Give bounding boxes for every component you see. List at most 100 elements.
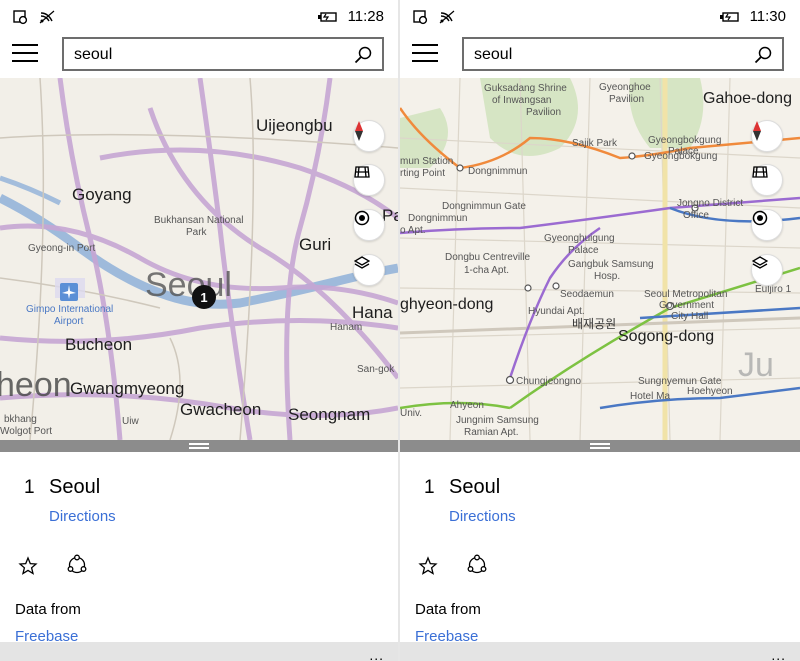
- map-label: Government: [659, 300, 715, 311]
- status-icons-right: 11:30: [719, 8, 786, 25]
- phone-screen-2: 11:30 seoul Guksadang Shrine of Inwangsa…: [400, 0, 800, 661]
- map-label: Dongnimmun Gate: [442, 201, 526, 212]
- 3d-view-button[interactable]: [353, 164, 385, 196]
- result-pin[interactable]: 1: [192, 285, 216, 309]
- map-label: Pavilion: [609, 94, 645, 105]
- search-box[interactable]: [462, 37, 784, 71]
- result-details: 1 Seoul Directions Data from Freebase: [400, 452, 800, 645]
- layers-icon: [354, 256, 370, 269]
- map-label: Hoehyeon: [687, 386, 733, 397]
- map-label: Gimpo International: [26, 304, 114, 315]
- location-target-icon: [354, 210, 370, 226]
- share-icon[interactable]: [466, 554, 488, 576]
- map-label: Gangbuk Samsung: [568, 259, 654, 270]
- map-label: Gahoe-dong: [703, 90, 792, 107]
- search-box[interactable]: [62, 37, 384, 71]
- map-label: 배재공원: [572, 317, 617, 331]
- app-bar: ...: [0, 642, 398, 661]
- map-layers-button[interactable]: [751, 254, 783, 286]
- map-label: Gyeongbokgung: [644, 151, 718, 162]
- map-label: Euljiro 1: [755, 284, 792, 295]
- result-number: 1: [424, 477, 435, 498]
- data-from-label: Data from: [415, 601, 481, 618]
- map-label-seoul: Seoul: [145, 266, 232, 304]
- map-label: Park: [186, 227, 207, 238]
- share-icon[interactable]: [66, 554, 88, 576]
- compass-button[interactable]: [353, 120, 385, 152]
- compass-icon: [753, 121, 761, 141]
- notification-icon: [13, 10, 28, 25]
- map-label: rting Point: [400, 168, 446, 179]
- map-view[interactable]: Guksadang Shrine of Inwangsan Pavilion G…: [400, 78, 800, 440]
- battery-icon: [317, 11, 337, 22]
- more-options-button[interactable]: ...: [369, 648, 384, 661]
- directions-link[interactable]: Directions: [49, 508, 116, 525]
- layers-icon: [752, 256, 768, 269]
- favorite-star-icon[interactable]: [418, 556, 438, 576]
- status-icons-right: 11:28: [317, 8, 384, 25]
- map-label: Gwacheon: [180, 400, 262, 419]
- map-label: Univ.: [400, 408, 423, 419]
- notification-icon: [413, 10, 428, 25]
- map-label: Guksadang Shrine: [484, 83, 567, 94]
- wifi-icon: [39, 10, 55, 24]
- compass-button[interactable]: [751, 120, 783, 152]
- 3d-view-button[interactable]: [751, 164, 783, 196]
- map-label: Seongnam: [288, 405, 371, 424]
- buildings-icon: [752, 166, 768, 178]
- search-header: [0, 34, 398, 78]
- favorite-star-icon[interactable]: [18, 556, 38, 576]
- search-icon[interactable]: [354, 46, 372, 64]
- map-label: bkhang: [4, 414, 37, 425]
- map-label: Guri: [299, 235, 332, 254]
- map-label: Hosp.: [594, 271, 621, 282]
- map-label: of Inwangsan: [492, 95, 552, 106]
- map-label: Goyang: [72, 185, 132, 204]
- map-view[interactable]: Uijeongbu Goyang Bukhansan National Park…: [0, 78, 398, 440]
- directions-link[interactable]: Directions: [449, 508, 516, 525]
- result-name: Seoul: [49, 476, 101, 498]
- search-icon[interactable]: [754, 46, 772, 64]
- phone-screen-1: 11:28 seoul Uijeongbu Goyang Bukhansan N…: [0, 0, 398, 661]
- map-label: mun Station: [400, 156, 454, 167]
- buildings-icon: [354, 166, 370, 178]
- hamburger-menu-icon[interactable]: [12, 44, 38, 64]
- map-label: Gwangmyeong: [70, 379, 185, 398]
- search-input[interactable]: [474, 44, 744, 66]
- map-label: Seoul Metropolitan: [644, 289, 728, 300]
- map-label: Bucheon: [65, 335, 133, 354]
- status-bar: 11:30: [400, 0, 800, 34]
- my-location-button[interactable]: [751, 209, 783, 241]
- map-layers-button[interactable]: [353, 254, 385, 286]
- map-label: City Hall: [671, 311, 709, 322]
- hamburger-menu-icon[interactable]: [412, 44, 438, 64]
- location-target-icon: [752, 210, 768, 226]
- map-label: San-gok: [357, 364, 395, 375]
- status-time: 11:30: [749, 8, 786, 25]
- status-time: 11:28: [347, 8, 384, 25]
- app-bar: ...: [400, 642, 800, 661]
- map-label: Ju: [738, 346, 774, 384]
- map-label: Dongnimmun: [408, 213, 468, 224]
- map-label: 1-cha Apt.: [464, 265, 510, 276]
- search-header: [400, 34, 800, 78]
- panel-drag-handle[interactable]: [0, 440, 398, 452]
- my-location-button[interactable]: [353, 209, 385, 241]
- map-label: Uijeongbu: [256, 116, 333, 135]
- map-label: Sajik Park: [572, 138, 618, 149]
- map-label: Palace: [568, 245, 599, 256]
- result-name: Seoul: [449, 476, 501, 498]
- map-label: Wolgot Port: [0, 426, 53, 437]
- panel-drag-handle[interactable]: [400, 440, 800, 452]
- map-label: Gyeonghuigung: [544, 233, 615, 244]
- result-details: 1 Seoul Directions Data from Freebase: [0, 452, 398, 645]
- map-label: heon: [0, 366, 72, 404]
- more-options-button[interactable]: ...: [771, 648, 786, 661]
- map-label: o Apt.: [400, 225, 426, 236]
- map-label: Dongbu Centreville: [445, 252, 531, 263]
- map-label: ghyeon-dong: [400, 296, 494, 313]
- map-label: Bukhansan National: [154, 215, 244, 226]
- map-label: Gyeonghoe: [599, 82, 651, 93]
- search-input[interactable]: [74, 44, 344, 66]
- wifi-icon: [439, 10, 455, 24]
